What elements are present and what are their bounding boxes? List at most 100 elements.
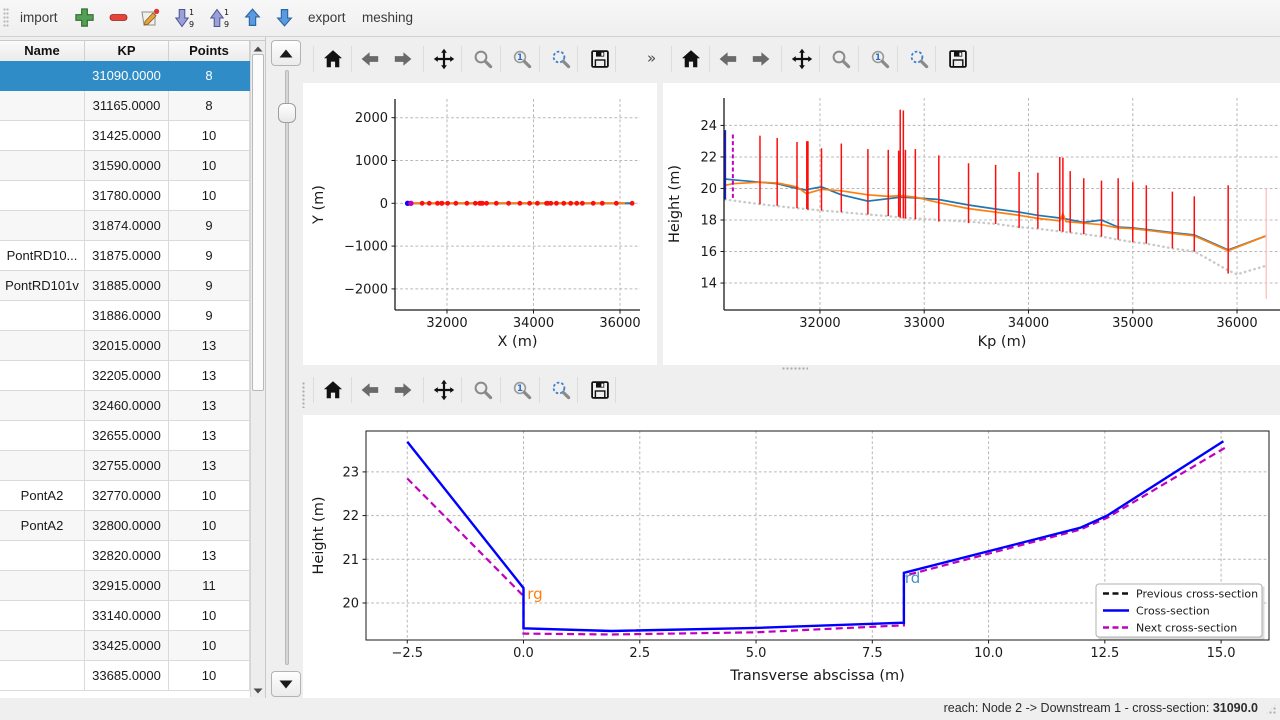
- zoom-fit-icon[interactable]: [550, 48, 572, 70]
- cell-name[interactable]: [0, 331, 85, 361]
- back-icon[interactable]: [359, 48, 381, 70]
- cell-name[interactable]: PontRD101v: [0, 271, 85, 301]
- slider-down-button[interactable]: [271, 671, 301, 697]
- cell-name[interactable]: [0, 61, 85, 91]
- cell-points[interactable]: 10: [169, 511, 250, 541]
- cell-name[interactable]: [0, 121, 85, 151]
- cell-name[interactable]: [0, 151, 85, 181]
- cell-kp[interactable]: 32770.0000: [85, 481, 169, 511]
- cell-kp[interactable]: 31875.0000: [85, 241, 169, 271]
- cell-kp[interactable]: 32460.0000: [85, 391, 169, 421]
- table-header[interactable]: NameKPPoints: [0, 41, 250, 62]
- sort-ascending-icon[interactable]: 19: [208, 7, 230, 34]
- export-button[interactable]: export: [308, 0, 346, 36]
- cell-kp[interactable]: 31886.0000: [85, 301, 169, 331]
- horizontal-splitter-handle[interactable]: [782, 367, 808, 371]
- cell-points[interactable]: 11: [169, 571, 250, 601]
- cell-name[interactable]: PontA2: [0, 511, 85, 541]
- meshing-button[interactable]: meshing: [362, 0, 413, 36]
- toolbar-grip[interactable]: [3, 8, 9, 28]
- table-row[interactable]: 33140.000010: [0, 601, 250, 631]
- slider-track[interactable]: [285, 70, 289, 665]
- zoom-one-icon[interactable]: 1: [869, 48, 891, 70]
- save-icon[interactable]: [589, 379, 611, 401]
- cell-kp[interactable]: 32820.0000: [85, 541, 169, 571]
- cell-name[interactable]: [0, 391, 85, 421]
- cell-kp[interactable]: 31165.0000: [85, 91, 169, 121]
- toolbar-overflow-button[interactable]: »: [647, 49, 669, 71]
- table-row[interactable]: 31886.00009: [0, 301, 250, 331]
- table-scrollbar[interactable]: [250, 40, 265, 697]
- cell-points[interactable]: 8: [169, 61, 250, 91]
- cell-name[interactable]: [0, 541, 85, 571]
- cell-kp[interactable]: 32915.0000: [85, 571, 169, 601]
- table-row[interactable]: 32915.000011: [0, 571, 250, 601]
- scroll-up-arrow-icon[interactable]: [251, 45, 265, 54]
- column-header-name[interactable]: Name: [0, 41, 85, 61]
- cross-section-canvas[interactable]: [303, 415, 1280, 698]
- cell-name[interactable]: [0, 571, 85, 601]
- cell-points[interactable]: 10: [169, 121, 250, 151]
- cell-points[interactable]: 10: [169, 631, 250, 661]
- table-row[interactable]: PontRD10...31875.00009: [0, 241, 250, 271]
- home-icon[interactable]: [322, 379, 344, 401]
- cell-points[interactable]: 9: [169, 241, 250, 271]
- move-down-icon[interactable]: [276, 7, 293, 33]
- zoom-fit-icon[interactable]: [550, 379, 572, 401]
- forward-icon[interactable]: [392, 379, 414, 401]
- vertical-splitter-handle[interactable]: [302, 382, 306, 408]
- home-icon[interactable]: [680, 48, 702, 70]
- table-row[interactable]: 31590.000010: [0, 151, 250, 181]
- back-icon[interactable]: [717, 48, 739, 70]
- column-header-kp[interactable]: KP: [85, 41, 169, 61]
- cell-name[interactable]: [0, 181, 85, 211]
- zoom-one-icon[interactable]: 1: [511, 48, 533, 70]
- scroll-down-arrow-icon[interactable]: [251, 687, 265, 696]
- column-header-points[interactable]: Points: [169, 41, 250, 61]
- table-row[interactable]: 31165.00008: [0, 91, 250, 121]
- cell-kp[interactable]: 31425.0000: [85, 121, 169, 151]
- cell-points[interactable]: 13: [169, 361, 250, 391]
- cell-points[interactable]: 9: [169, 301, 250, 331]
- remove-icon[interactable]: [108, 7, 129, 33]
- cell-name[interactable]: [0, 361, 85, 391]
- cell-points[interactable]: 9: [169, 271, 250, 301]
- table-row[interactable]: 32655.000013: [0, 421, 250, 451]
- table-scrollbar-thumb[interactable]: [252, 54, 264, 391]
- cell-points[interactable]: 9: [169, 211, 250, 241]
- table-row[interactable]: PontRD101v31885.00009: [0, 271, 250, 301]
- edit-icon[interactable]: [139, 7, 161, 34]
- cell-points[interactable]: 13: [169, 451, 250, 481]
- table-row[interactable]: 31425.000010: [0, 121, 250, 151]
- cell-kp[interactable]: 31590.0000: [85, 151, 169, 181]
- pan-icon[interactable]: [433, 379, 455, 401]
- cell-name[interactable]: [0, 421, 85, 451]
- cell-kp[interactable]: 31090.0000: [85, 61, 169, 91]
- cell-name[interactable]: [0, 631, 85, 661]
- zoom-fit-icon[interactable]: [908, 48, 930, 70]
- plan-view-canvas[interactable]: [303, 83, 657, 365]
- save-icon[interactable]: [589, 48, 611, 70]
- pan-icon[interactable]: [791, 48, 813, 70]
- cell-kp[interactable]: 32015.0000: [85, 331, 169, 361]
- table-row[interactable]: 32460.000013: [0, 391, 250, 421]
- back-icon[interactable]: [359, 379, 381, 401]
- table-row[interactable]: 32820.000013: [0, 541, 250, 571]
- cell-name[interactable]: [0, 601, 85, 631]
- longitudinal-profile-canvas[interactable]: [663, 83, 1280, 365]
- zoom-icon[interactable]: [472, 48, 494, 70]
- table-row[interactable]: 33685.000010: [0, 661, 250, 691]
- zoom-icon[interactable]: [472, 379, 494, 401]
- cell-kp[interactable]: 32655.0000: [85, 421, 169, 451]
- cell-name[interactable]: PontA2: [0, 481, 85, 511]
- forward-icon[interactable]: [750, 48, 772, 70]
- sort-descending-icon[interactable]: 19: [173, 7, 195, 34]
- table-row[interactable]: 33425.000010: [0, 631, 250, 661]
- import-button[interactable]: import: [20, 0, 58, 36]
- cell-points[interactable]: 10: [169, 601, 250, 631]
- cell-points[interactable]: 13: [169, 331, 250, 361]
- move-up-icon[interactable]: [244, 7, 261, 33]
- cell-kp[interactable]: 31874.0000: [85, 211, 169, 241]
- table-row[interactable]: PontA232770.000010: [0, 481, 250, 511]
- cell-name[interactable]: PontRD10...: [0, 241, 85, 271]
